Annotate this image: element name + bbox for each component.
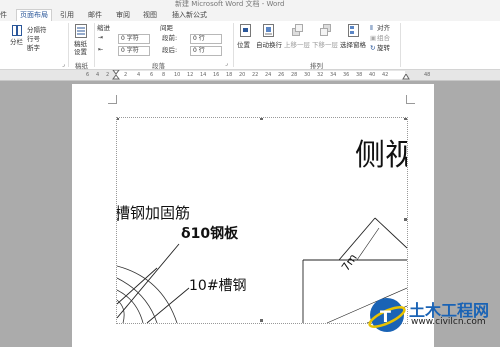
svg-text:T: T [380, 307, 391, 326]
resize-handle[interactable] [404, 118, 407, 120]
bring-forward-button[interactable]: 上移一层 [284, 41, 310, 49]
line-numbers-button[interactable]: 行号 [27, 35, 40, 43]
drawing-label-steel: 10#槽钢 [189, 278, 247, 294]
ruler-number: 26 [278, 72, 285, 78]
resize-handle[interactable] [260, 118, 263, 120]
ruler-number: 34 [330, 72, 337, 78]
columns-button[interactable]: 分栏 [10, 38, 23, 46]
tab-review[interactable]: 审阅 [116, 10, 130, 21]
indent-right-field[interactable]: 0 字符 [118, 46, 150, 56]
space-after-field[interactable]: 0 行 [190, 46, 222, 56]
hyphenation-button[interactable]: 断字 [27, 44, 40, 52]
send-backward-icon [320, 24, 331, 36]
ruler-number: 8 [162, 72, 166, 78]
send-backward-button[interactable]: 下移一层 [312, 41, 338, 49]
ruler-number: 20 [239, 72, 246, 78]
tab-page-layout[interactable]: 页面布局 [16, 9, 52, 21]
ruler-number: 30 [304, 72, 311, 78]
ribbon: 分栏 分隔符 行号 断字 ⌟ 稿纸 设置 稿纸 缩进 ⇥ 0 字符 ⇤ 0 字符… [0, 21, 500, 70]
group-divider [233, 23, 234, 67]
paragraph-launcher[interactable]: ⌟ [225, 60, 228, 67]
spacing-title: 间距 [160, 24, 173, 32]
draft-paper-icon [75, 24, 87, 38]
selection-pane-button[interactable]: 选择窗格 [340, 41, 366, 49]
space-before-field[interactable]: 0 行 [190, 34, 222, 44]
ruler-number: 36 [343, 72, 350, 78]
ruler-number: 4 [137, 72, 141, 78]
position-icon [240, 24, 251, 37]
tab-mailings[interactable]: 邮件 [88, 10, 102, 21]
rotate-button[interactable]: 旋转 [377, 44, 390, 52]
ruler-number: 16 [213, 72, 220, 78]
group-divider [400, 23, 401, 67]
page-setup-launcher[interactable]: ⌟ [62, 61, 65, 68]
ribbon-tabs: 件 页面布局 引用 邮件 审阅 视图 插入新公式 [0, 9, 500, 21]
tab-insert-equation[interactable]: 插入新公式 [172, 10, 207, 21]
watermark-url: www.civilcn.com [411, 317, 486, 327]
tab-references[interactable]: 引用 [60, 10, 74, 21]
draft-paper-button[interactable]: 稿纸 设置 [74, 40, 90, 56]
tab-view[interactable]: 视图 [143, 10, 157, 21]
align-button[interactable]: 对齐 [377, 24, 390, 32]
ruler-number: 6 [86, 72, 90, 78]
group-divider [68, 23, 69, 67]
indent-marker-icon[interactable] [112, 70, 120, 80]
ruler-number: 18 [226, 72, 233, 78]
breaks-button[interactable]: 分隔符 [27, 26, 47, 34]
position-button[interactable]: 位置 [237, 41, 250, 49]
space-before-label: 段前: [162, 34, 178, 42]
wrap-text-button[interactable]: 自动换行 [256, 41, 282, 49]
group-icon: ▣ [370, 34, 377, 42]
indent-left-field[interactable]: 0 字符 [118, 34, 150, 44]
drawing-title: 侧视 [355, 138, 407, 173]
tab-file[interactable]: 件 [0, 10, 7, 21]
watermark-logo-icon: T [368, 298, 406, 332]
ruler-number: 42 [382, 72, 389, 78]
crop-mark [108, 95, 117, 104]
right-indent-marker-icon[interactable] [402, 74, 410, 80]
window-title: 新建 Microsoft Word 文档 - Word [175, 0, 285, 8]
indent-title: 缩进 [97, 24, 110, 32]
drawing-label-plate: δ10钢板 [181, 226, 239, 242]
drawing-label-channel: 槽钢加固筋 [116, 204, 191, 222]
ruler-number: 2 [106, 72, 110, 78]
group-button[interactable]: 组合 [377, 34, 390, 42]
resize-handle[interactable] [117, 118, 119, 120]
space-after-label: 段后: [162, 46, 178, 54]
paragraph-group-label: 段落 [152, 62, 165, 70]
crop-mark [406, 95, 415, 104]
ruler-number: 12 [187, 72, 194, 78]
resize-handle[interactable] [404, 218, 407, 221]
ruler-number: 40 [369, 72, 376, 78]
ruler-number: 2 [124, 72, 128, 78]
title-bar: 新建 Microsoft Word 文档 - Word [0, 0, 500, 9]
group-divider [94, 23, 95, 67]
ruler-number: 48 [424, 72, 431, 78]
ruler-number: 10 [174, 72, 181, 78]
ruler-number: 6 [150, 72, 154, 78]
indent-right-icon: ⇤ [98, 46, 104, 53]
ruler-number: 4 [96, 72, 100, 78]
columns-icon [12, 25, 22, 36]
ruler-number: 28 [291, 72, 298, 78]
ruler-number: 22 [252, 72, 259, 78]
site-watermark: T 土木工程网 www.civilcn.com [365, 293, 500, 347]
draft-group-label: 稿纸 [75, 62, 88, 70]
ruler-number: 32 [317, 72, 324, 78]
indent-left-icon: ⇥ [98, 34, 104, 41]
align-icon: ⫴ [370, 24, 373, 32]
ruler-number: 38 [356, 72, 363, 78]
ruler-number: 14 [200, 72, 207, 78]
ruler-number: 24 [265, 72, 272, 78]
bring-forward-icon [292, 24, 303, 36]
selection-pane-icon [348, 24, 359, 37]
resize-handle[interactable] [260, 319, 263, 322]
horizontal-ruler[interactable]: 6 4 2 2 4 6 8 10 12 14 16 18 20 22 24 26… [0, 70, 500, 81]
arrange-group-label: 排列 [310, 62, 323, 70]
rotate-icon: ↻ [370, 44, 376, 52]
wrap-text-icon [263, 24, 274, 37]
